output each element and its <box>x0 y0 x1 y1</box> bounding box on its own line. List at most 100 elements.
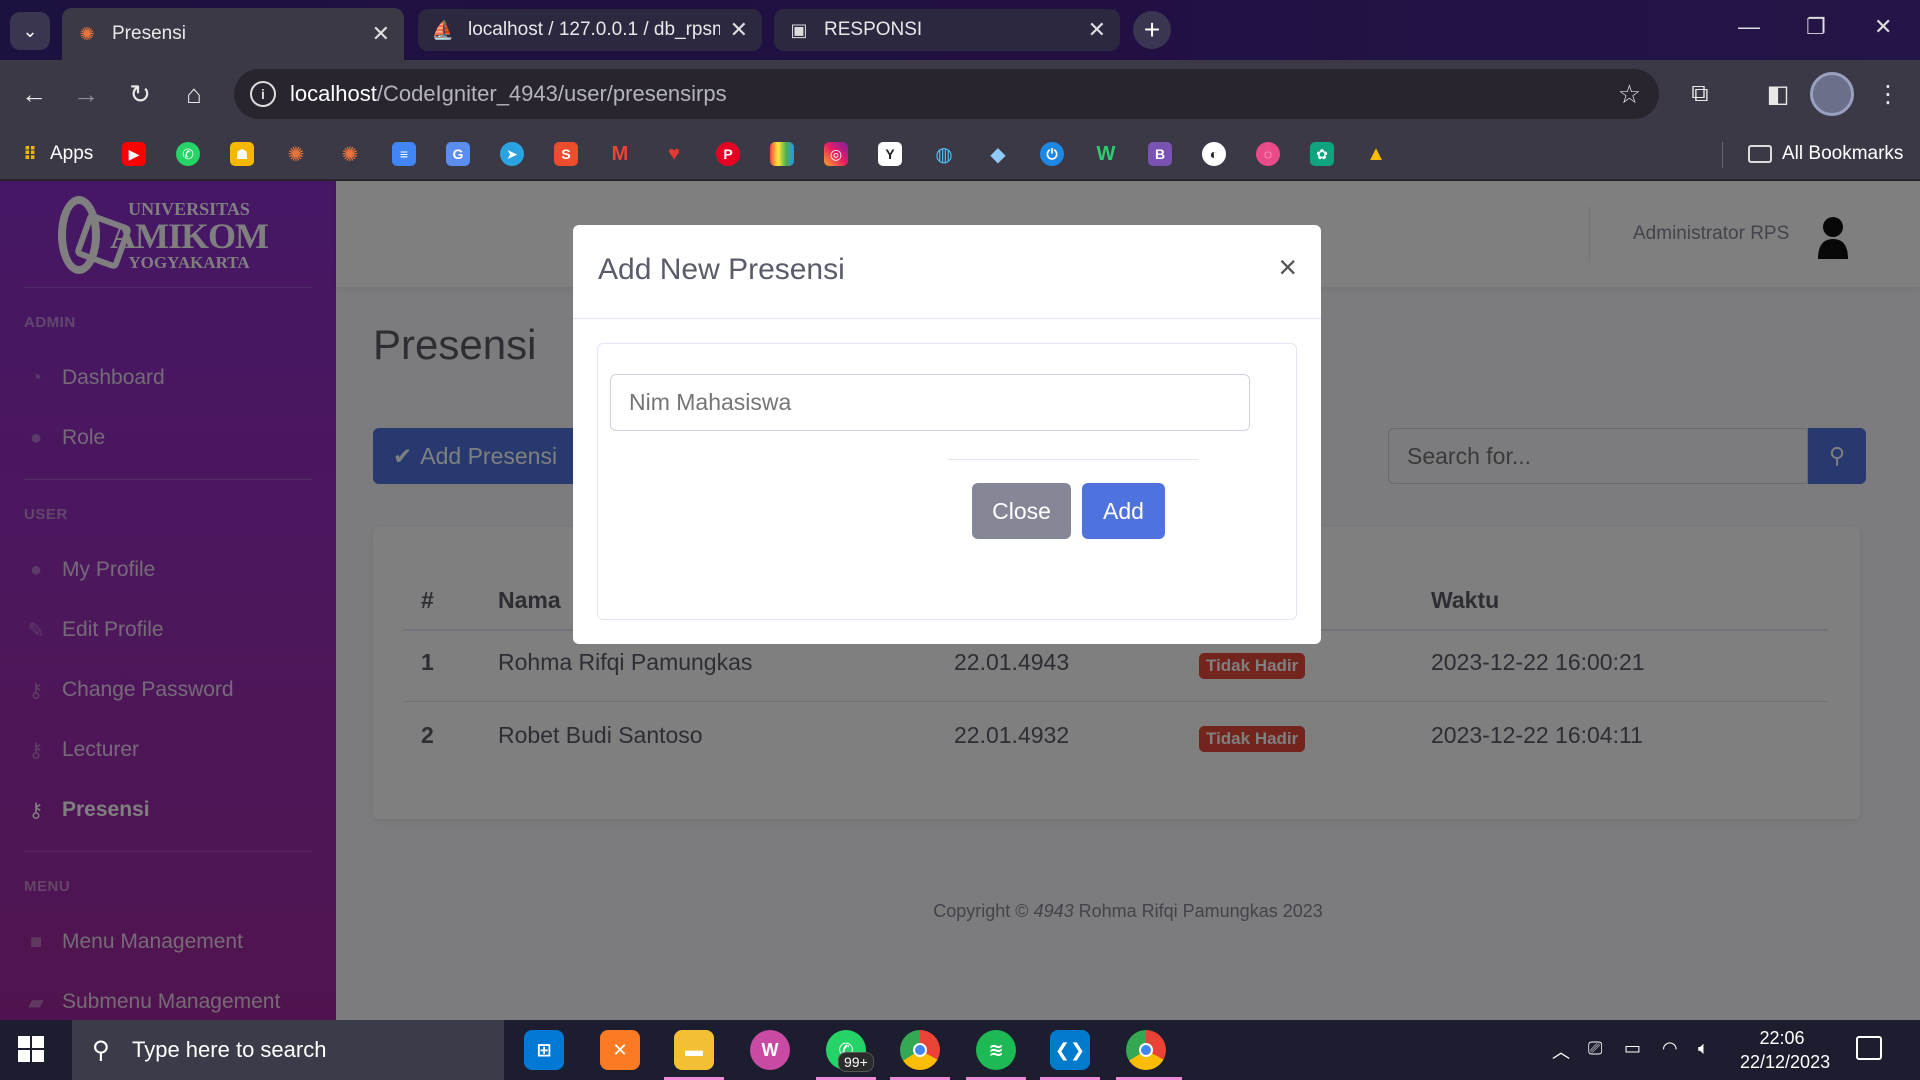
wifi-icon[interactable]: ◠ <box>1662 1038 1678 1059</box>
clock-time: 22:06 <box>1759 1028 1805 1048</box>
minimize-icon[interactable]: — <box>1738 14 1760 40</box>
colors-icon <box>770 142 794 166</box>
bookmark-translate[interactable]: G <box>446 140 470 168</box>
search-icon: ⚲ <box>92 1037 110 1064</box>
bookmark-power[interactable]: ⏻ <box>1040 140 1064 168</box>
whatsapp-icon: ✆ <box>176 142 200 166</box>
modal-header-divider <box>573 318 1321 319</box>
bookmark-gmail[interactable]: M <box>608 140 632 168</box>
bookmark-drive[interactable]: ▲ <box>1364 140 1388 168</box>
volume-icon[interactable]: 🔈︎ <box>1698 1038 1709 1059</box>
apps-grid-icon: ⠿ <box>22 143 38 164</box>
reload-icon[interactable]: ↻ <box>120 74 160 114</box>
bookmark-heart[interactable]: ♥ <box>662 140 686 168</box>
clock-date: 22/12/2023 <box>1740 1052 1831 1072</box>
windows-start-icon[interactable] <box>18 1036 46 1064</box>
close-tab-icon[interactable]: ✕ <box>372 21 390 47</box>
bookmark-amikom[interactable]: ✺ <box>284 140 308 168</box>
add-button[interactable]: Add <box>1082 483 1165 539</box>
modal-form: Close Add <box>597 343 1297 620</box>
power-icon: ⏻ <box>1040 142 1064 166</box>
chrome-icon[interactable] <box>900 1030 940 1070</box>
more-menu-icon[interactable]: ⋮ <box>1868 74 1908 114</box>
address-bar[interactable]: i localhost/CodeIgniter_4943/user/presen… <box>234 69 1659 119</box>
chevron-down-icon: ⌄ <box>22 20 38 41</box>
close-window-icon[interactable]: ✕ <box>1874 14 1892 40</box>
meet-now-icon[interactable]: ⎚ <box>1588 1038 1602 1059</box>
youtube-icon: ▶ <box>122 142 146 166</box>
browser-toolbar: ← → ↻ ⌂ i localhost/CodeIgniter_4943/use… <box>0 60 1920 128</box>
bookmark-colors[interactable] <box>770 140 794 168</box>
wps-office-icon[interactable]: W <box>750 1030 790 1070</box>
modal-title: Add New Presensi <box>598 253 845 286</box>
bookmark-star-icon[interactable]: ☆ <box>1618 79 1641 110</box>
bookmark-classroom[interactable]: ☗ <box>230 140 254 168</box>
forward-icon[interactable]: → <box>66 74 106 114</box>
amikom2-icon: ✺ <box>341 143 359 166</box>
taskbar-search[interactable]: ⚲ Type here to search <box>72 1020 504 1080</box>
vscode-icon[interactable]: ❮❯ <box>1050 1030 1090 1070</box>
extensions-icon[interactable]: ⧉ <box>1680 74 1720 114</box>
add-presensi-modal: Add New Presensi × Close Add <box>573 225 1321 644</box>
microsoft-store-icon[interactable]: ⊞ <box>524 1030 564 1070</box>
side-panel-icon[interactable]: ◧ <box>1758 74 1798 114</box>
bookmark-apps-label: Apps <box>50 143 94 164</box>
xampp-icon[interactable]: ✕ <box>600 1030 640 1070</box>
bookmark-instagram[interactable]: ◎ <box>824 140 848 168</box>
back-icon[interactable]: ← <box>14 74 54 114</box>
restore-icon[interactable]: ❐ <box>1806 14 1826 40</box>
chrome-profile-icon[interactable] <box>1126 1030 1166 1070</box>
close-button[interactable]: Close <box>972 483 1071 539</box>
bookmark-apps[interactable]: ⠿ Apps <box>18 140 93 168</box>
taskbar-clock[interactable]: 22:06 22/12/2023 <box>1740 1026 1831 1074</box>
bookmark-w[interactable]: W <box>1094 140 1118 168</box>
site-info-icon[interactable]: i <box>250 81 276 107</box>
gmail-icon: M <box>611 142 629 165</box>
chevron-up-icon[interactable]: ︿ <box>1552 1038 1570 1064</box>
bookmark-pinterest[interactable]: P <box>716 140 740 168</box>
bookmark-youtube[interactable]: ▶ <box>122 140 146 168</box>
close-tab-icon[interactable]: ✕ <box>1088 17 1106 43</box>
bookmark-docs[interactable]: ≡ <box>392 140 416 168</box>
phpmyadmin-favicon-icon: ⛵ <box>431 19 455 40</box>
tab-presensi[interactable]: ✺ Presensi ✕ <box>62 8 404 60</box>
tab-phpmyadmin[interactable]: ⛵ localhost / 127.0.0.1 / db_rpsma ✕ <box>418 9 762 51</box>
tab-search-button[interactable]: ⌄ <box>10 12 50 50</box>
plus-icon: + <box>1143 14 1161 45</box>
whatsapp-badge: 99+ <box>838 1052 874 1072</box>
bookmark-shopee[interactable]: S <box>554 140 578 168</box>
close-icon[interactable]: × <box>1278 249 1297 286</box>
drive-icon: ▲ <box>1366 142 1386 165</box>
bookmark-telegram[interactable]: ➤ <box>500 140 524 168</box>
bookmark-github[interactable]: ◐ <box>1202 140 1226 168</box>
tab-responsi[interactable]: ▣ RESPONSI ✕ <box>774 9 1120 51</box>
translate-icon: G <box>446 142 470 166</box>
dribbble-icon: ◌ <box>1256 142 1280 166</box>
bookmark-y[interactable]: Y <box>878 140 902 168</box>
instagram-icon: ◎ <box>824 142 848 166</box>
bookmark-bootstrap[interactable]: B <box>1148 140 1172 168</box>
file-explorer-icon[interactable]: ▬ <box>674 1030 714 1070</box>
bookmarks-bar: ⠿ Apps ▶ ✆ ☗ ✺ ✺ ≡ G ➤ S M ♥ P ◎ Y ◍ ◆ ⏻… <box>0 128 1920 180</box>
spotify-icon[interactable]: ≋ <box>976 1030 1016 1070</box>
bookmark-whatsapp[interactable]: ✆ <box>176 140 200 168</box>
web-page: UNIVERSITAS AMIKOM YOGYAKARTA ADMIN ◔Das… <box>0 181 1920 1020</box>
all-bookmarks[interactable]: All Bookmarks <box>1748 140 1903 168</box>
heart-icon: ♥ <box>668 142 680 165</box>
windows-taskbar: ⚲ Type here to search ⊞ ✕ ▬ W ✆ 99+ ≋ ❮❯… <box>0 1020 1920 1080</box>
notification-center-icon[interactable] <box>1856 1036 1882 1060</box>
bookmark-dribbble[interactable]: ◌ <box>1256 140 1280 168</box>
bookmark-chatgpt[interactable]: ✿ <box>1310 140 1334 168</box>
nim-mahasiswa-input[interactable] <box>610 374 1250 431</box>
bookmark-amikom2[interactable]: ✺ <box>338 140 362 168</box>
new-tab-button[interactable]: + <box>1133 11 1171 49</box>
bookmark-graduation[interactable]: ◆ <box>986 140 1010 168</box>
close-tab-icon[interactable]: ✕ <box>730 17 748 43</box>
tab-label: Presensi <box>112 23 186 44</box>
battery-icon[interactable]: ▭ <box>1624 1038 1641 1059</box>
home-icon[interactable]: ⌂ <box>174 74 214 114</box>
bookmark-spiral[interactable]: ◍ <box>932 140 956 168</box>
profile-avatar[interactable] <box>1810 72 1854 116</box>
url-path: /CodeIgniter_4943/user/presensirps <box>376 81 727 106</box>
graduation-icon: ◆ <box>990 143 1006 166</box>
